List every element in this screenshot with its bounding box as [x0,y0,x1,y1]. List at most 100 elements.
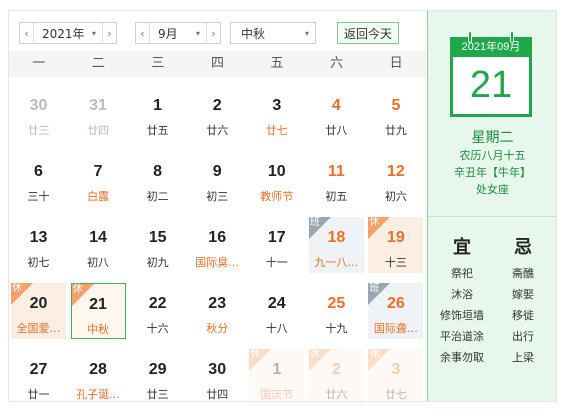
back-to-today-button[interactable]: 返回今天 [337,22,399,44]
suitable-item: 祭祀 [451,267,473,280]
day-number: 7 [93,163,103,180]
calendar-page-icon: 2021年09月 21 [450,31,532,117]
suitable-item: 修饰垣墙 [440,309,484,322]
day-cell[interactable]: 13 初七 [11,217,66,273]
day-lunar-label: 全国爱… [16,322,61,335]
day-lunar-label: 国际臭… [195,256,240,269]
day-cell[interactable]: 12 初六 [368,151,423,207]
day-cell[interactable]: 14 初八 [71,217,126,273]
day-cell[interactable]: 24 十八 [249,283,304,339]
day-lunar-label: 廿八 [325,124,348,137]
detail-lunar-date: 农历八月十五 [459,149,526,162]
prev-year-button[interactable]: ‹ [20,23,34,43]
weekday-header: 一二三四五六日 [9,51,426,77]
day-cell[interactable]: 6 三十 [11,151,66,207]
day-cell[interactable]: 2 廿六 [190,85,245,141]
day-detail-panel: 2021年09月 21 星期二 农历八月十五 辛丑年【牛年】 处女座 宜 祭祀沐… [427,11,557,401]
day-cell[interactable]: 休 20 全国爱… [11,283,66,339]
day-lunar-label: 初六 [384,190,407,203]
month-select[interactable]: 9月 ▾ [150,25,206,42]
day-cell[interactable]: 4 廿八 [309,85,364,141]
day-tag-label: 班 [369,283,380,294]
day-cell[interactable]: 30 廿四 [190,349,245,405]
day-cell[interactable]: 10 教师节 [249,151,304,207]
day-cell[interactable]: 8 初二 [130,151,185,207]
day-cell[interactable]: 休 19 十三 [368,217,424,273]
day-cell[interactable]: 休 21 中秋 [70,283,126,339]
day-cell[interactable]: 25 十九 [309,283,364,339]
day-cell[interactable]: 1 廿五 [130,85,185,141]
day-tag-label: 班 [309,217,320,228]
weekday-label: 六 [330,56,344,71]
day-lunar-label: 国际聋… [373,322,418,335]
day-number: 11 [327,163,345,180]
day-lunar-label: 中秋 [87,323,110,336]
day-lunar-label: 廿三 [146,388,169,401]
day-cell[interactable]: 班 26 国际聋… [368,283,424,339]
day-cell[interactable]: 15 初九 [130,217,185,273]
day-number: 12 [387,163,405,180]
next-month-button[interactable]: › [206,23,220,43]
detail-day-number: 21 [450,57,532,117]
day-cell[interactable]: 16 国际臭… [190,217,245,273]
weekday-label: 日 [389,56,403,71]
day-lunar-label: 秋分 [206,322,229,335]
suitable-title: 宜 [453,237,471,258]
ring-icon [468,31,472,43]
day-number: 30 [29,97,48,114]
suitable-item: 沐浴 [451,288,473,301]
day-lunar-label: 廿七 [265,124,288,137]
day-cell[interactable]: 休 3 廿七 [368,349,424,405]
next-year-button[interactable]: › [102,23,116,43]
day-lunar-label: 廿九 [384,124,407,137]
day-lunar-label: 廿一 [27,388,50,401]
divider [428,216,557,217]
day-lunar-label: 十八 [265,322,288,335]
day-number: 3 [391,361,401,378]
day-number: 3 [272,97,282,114]
chevron-down-icon: ▾ [304,28,309,38]
calendar-main: ‹ 2021年 ▾ › ‹ 9月 ▾ › 中秋 ▾ 返回今天 一 二 三 四 五 六 日 30 廿… [9,11,426,405]
day-number: 16 [208,229,227,246]
day-cell[interactable]: 29 廿三 [130,349,185,405]
day-cell[interactable]: 22 十六 [130,283,185,339]
day-lunar-label: 廿七 [384,388,407,401]
day-cell[interactable]: 5 廿九 [368,85,423,141]
day-cell[interactable]: 17 十一 [249,217,304,273]
day-cell[interactable]: 休 1 国庆节 [249,349,305,405]
chevron-down-icon: ▾ [91,28,96,38]
day-tag-label: 休 [309,349,320,360]
day-cell[interactable]: 3 廿七 [249,85,304,141]
day-number: 30 [208,361,227,378]
day-cell[interactable]: 30 廿三 [11,85,66,141]
day-number: 1 [153,97,163,114]
day-number: 31 [89,97,107,114]
day-lunar-label: 十一 [265,256,288,269]
day-tag-label: 休 [72,284,83,295]
day-cell[interactable]: 7 白露 [71,151,126,207]
day-cell[interactable]: 11 初五 [309,151,364,207]
year-stepper[interactable]: ‹ 2021年 ▾ › [19,22,117,44]
day-lunar-label: 教师节 [260,190,294,203]
day-cell[interactable]: 休 2 廿六 [308,349,364,405]
day-number: 22 [148,295,167,312]
month-stepper[interactable]: ‹ 9月 ▾ › [135,22,221,44]
day-number: 15 [148,229,167,246]
day-lunar-label: 国庆节 [260,388,294,401]
avoid-item: 移徙 [512,309,534,322]
prev-month-button[interactable]: ‹ [136,23,150,43]
day-lunar-label: 廿六 [325,388,348,401]
day-lunar-label: 十三 [384,256,407,269]
day-tag-label: 休 [250,349,261,360]
day-cell[interactable]: 28 孔子诞… [71,349,126,405]
year-select[interactable]: 2021年 ▾ [34,25,102,42]
day-cell[interactable]: 班 18 九一八… [308,217,364,273]
day-cell[interactable]: 23 秋分 [190,283,245,339]
day-cell[interactable]: 9 初三 [190,151,245,207]
holiday-select[interactable]: 中秋 ▾ [230,22,316,44]
day-number: 13 [29,229,48,246]
day-cell[interactable]: 31 廿四 [71,85,126,141]
year-value: 2021年 [42,26,85,41]
day-cell[interactable]: 27 廿一 [11,349,66,405]
suitable-item: 余事勿取 [440,351,484,364]
